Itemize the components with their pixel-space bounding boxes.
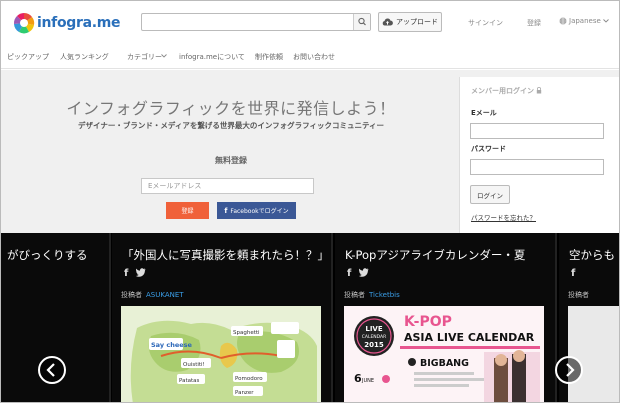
card-thumbnail[interactable]: Say cheese Spaghetti Ouistiti! Patatas P… [121, 306, 321, 402]
globe-icon [559, 17, 567, 25]
card-title: 空からも [569, 248, 615, 262]
twitter-icon[interactable] [136, 268, 146, 277]
cloud-upload-icon [382, 18, 393, 26]
hero-title: インフォグラフィックを世界に発信しよう！ [66, 99, 396, 118]
kpop-subheading: ASIA LIVE CALENDAR [404, 331, 535, 344]
badge-year: 2015 [364, 341, 384, 349]
nav-item-commission[interactable]: 制作依頼 [255, 52, 283, 62]
card-poster: 投稿者 [568, 290, 589, 300]
chevron-down-icon [602, 19, 609, 23]
upload-button[interactable]: アップロード [378, 12, 442, 32]
nav-item-pickup[interactable]: ピックアップ [7, 52, 49, 62]
search-input[interactable] [141, 13, 371, 31]
nav-item-category[interactable]: カテゴリー [127, 52, 162, 62]
world-map-infographic: Say cheese Spaghetti Ouistiti! Patatas P… [121, 306, 321, 402]
search-button[interactable] [353, 14, 370, 30]
badge-text: LIVE [365, 325, 382, 333]
register-button[interactable]: 登録 [166, 202, 209, 219]
map-label: Patatas [179, 378, 199, 384]
nav-item-ranking[interactable]: 人気ランキング [60, 52, 109, 62]
card-share: f [347, 268, 369, 279]
poster-prefix: 投稿者 [344, 291, 365, 299]
poster-name-link[interactable]: ASUKANET [146, 291, 184, 299]
site-header: infogra.me アップロード サインイン 登録 Japanese [1, 1, 619, 43]
card-title: 「外国人に写真撮影を頼まれたら！？」 [122, 248, 329, 262]
poster-name-link[interactable]: Ticketbis [369, 291, 400, 299]
login-email-label: Eメール [471, 109, 497, 117]
map-label: Pomodoro [235, 376, 263, 382]
lock-icon [537, 87, 542, 94]
kpop-heading: K-POP [404, 314, 452, 330]
card-title: がびっくりする [7, 248, 88, 262]
login-title: メンバー用ログイン [471, 86, 542, 96]
carousel-next-button[interactable] [555, 356, 583, 384]
logo-text: infogra.me [37, 15, 121, 31]
register-title: 無料登録 [215, 156, 247, 165]
hero-signup: インフォグラフィックを世界に発信しよう！ デザイナー・ブランド・メディアを繋げる… [6, 77, 456, 232]
login-email-field[interactable] [470, 123, 604, 139]
nav-item-about[interactable]: infogra.meについて [179, 52, 245, 62]
signin-link[interactable]: サインイン [468, 18, 503, 28]
facebook-login-button[interactable]: f Facebookでログイン [217, 202, 296, 219]
facebook-login-label: Facebookでログイン [230, 208, 289, 215]
chevron-left-icon [46, 363, 55, 377]
poster-prefix: 投稿者 [121, 291, 142, 299]
card-poster: 投稿者 ASUKANET [121, 290, 184, 300]
carousel-card[interactable]: 「外国人に写真撮影を頼まれたら！？」 f 投稿者 ASUKANET Say ch… [112, 233, 333, 402]
chevron-right-icon [566, 363, 575, 377]
map-label: Ouistiti! [183, 362, 205, 368]
login-password-field[interactable] [470, 159, 604, 175]
badge-text: CALENDAR [362, 334, 387, 340]
carousel-card[interactable]: K-Popアジアライブカレンダー・夏 f 投稿者 Ticketbis LIVE C… [335, 233, 557, 402]
card-poster: 投稿者 Ticketbis [344, 290, 400, 300]
nav-item-contact[interactable]: お問い合わせ [293, 52, 335, 62]
forgot-password-link[interactable]: パスワードを忘れた？ [471, 212, 536, 222]
login-panel: メンバー用ログイン Eメール パスワード ログイン パスワードを忘れた？ [459, 77, 619, 233]
login-button[interactable]: ログイン [470, 185, 510, 204]
browser-frame: infogra.me アップロード サインイン 登録 Japanese ピックア… [0, 0, 620, 403]
register-link[interactable]: 登録 [527, 18, 541, 28]
card-thumbnail[interactable] [568, 306, 619, 402]
facebook-icon[interactable]: f [124, 268, 128, 279]
date-month: JUNE [361, 378, 374, 384]
card-title: K-Popアジアライブカレンダー・夏 [345, 248, 526, 262]
facebook-icon: f [224, 206, 228, 215]
email-field[interactable]: Eメールアドレス [141, 178, 314, 194]
twitter-icon[interactable] [359, 268, 369, 277]
login-password-label: パスワード [471, 145, 506, 153]
facebook-icon[interactable]: f [571, 268, 575, 279]
chevron-down-icon [161, 54, 167, 58]
language-label: Japanese [569, 17, 601, 25]
site-logo[interactable]: infogra.me [13, 12, 121, 34]
carousel-prev-button[interactable] [38, 356, 66, 384]
map-label: Spaghetti [233, 330, 260, 336]
poster-prefix: 投稿者 [568, 291, 589, 299]
language-select[interactable]: Japanese [559, 17, 609, 25]
featured-carousel: がびっくりする 「外国人に写真撮影を頼まれたら！？」 f 投稿者 ASUKANET [1, 233, 619, 402]
logo-mark-icon [13, 13, 35, 34]
kpop-calendar-infographic: LIVE CALENDAR 2015 K-POP ASIA LIVE CALEN… [344, 306, 544, 402]
main-nav: ピックアップ 人気ランキング カテゴリー infogra.meについて 制作依頼… [1, 43, 619, 69]
card-share: f [124, 268, 146, 279]
upload-label: アップロード [396, 18, 438, 26]
date-number: 6 [354, 372, 362, 385]
artist-name: BIGBANG [420, 358, 469, 369]
card-share: f [571, 268, 575, 279]
map-label: Say cheese [151, 341, 193, 349]
hero-subtitle: デザイナー・ブランド・メディアを繋げる世界最大のインフォグラフィックコミュニティ… [78, 121, 384, 130]
facebook-icon[interactable]: f [347, 268, 351, 279]
card-thumbnail[interactable]: LIVE CALENDAR 2015 K-POP ASIA LIVE CALEN… [344, 306, 544, 402]
map-label: Panzer [235, 390, 254, 396]
search-icon [358, 17, 366, 26]
login-title-text: メンバー用ログイン [471, 87, 534, 95]
